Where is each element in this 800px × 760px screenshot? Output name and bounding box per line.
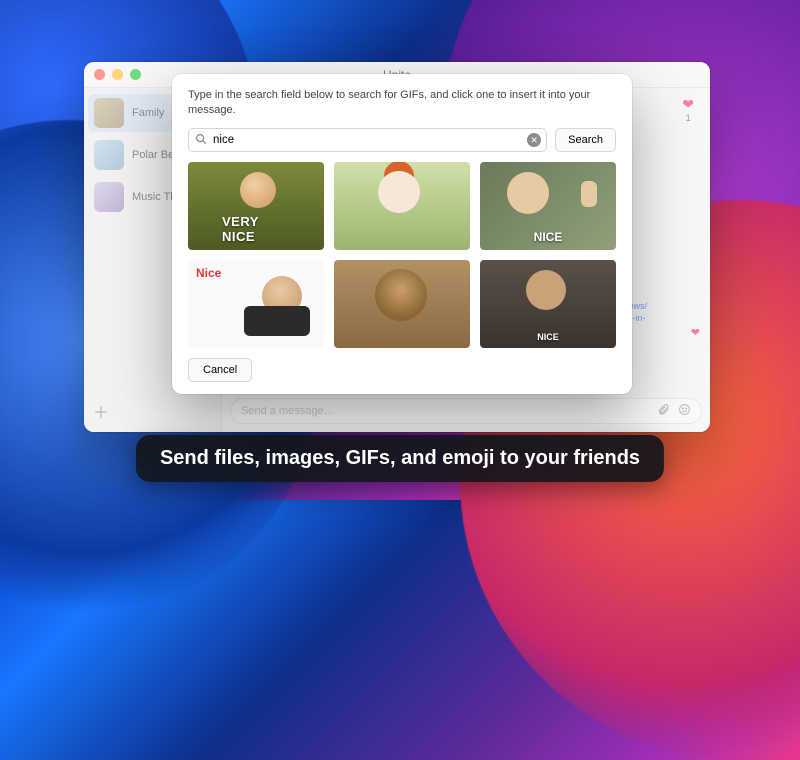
- search-field: ✕: [188, 128, 547, 152]
- clear-icon: ✕: [530, 135, 538, 145]
- search-input[interactable]: [188, 128, 547, 152]
- gif-result[interactable]: [334, 260, 470, 348]
- clear-search-button[interactable]: ✕: [527, 133, 541, 147]
- gif-caption: NICE: [537, 332, 559, 342]
- search-icon: [194, 132, 208, 146]
- gif-results-grid: VERY NICE NICE Nice NICE: [188, 162, 616, 348]
- gif-result[interactable]: NICE: [480, 162, 616, 250]
- gif-result[interactable]: NICE: [480, 260, 616, 348]
- gif-result[interactable]: Nice: [188, 260, 324, 348]
- gif-caption: VERY NICE: [222, 214, 290, 244]
- promo-caption: Send files, images, GIFs, and emoji to y…: [136, 435, 664, 482]
- gif-caption: NICE: [534, 230, 563, 244]
- cancel-button[interactable]: Cancel: [188, 358, 252, 382]
- gif-search-modal: Type in the search field below to search…: [172, 74, 632, 394]
- gif-result[interactable]: [334, 162, 470, 250]
- gif-result[interactable]: VERY NICE: [188, 162, 324, 250]
- search-button[interactable]: Search: [555, 128, 616, 152]
- modal-instructions: Type in the search field below to search…: [188, 88, 616, 118]
- gif-caption: Nice: [196, 266, 221, 280]
